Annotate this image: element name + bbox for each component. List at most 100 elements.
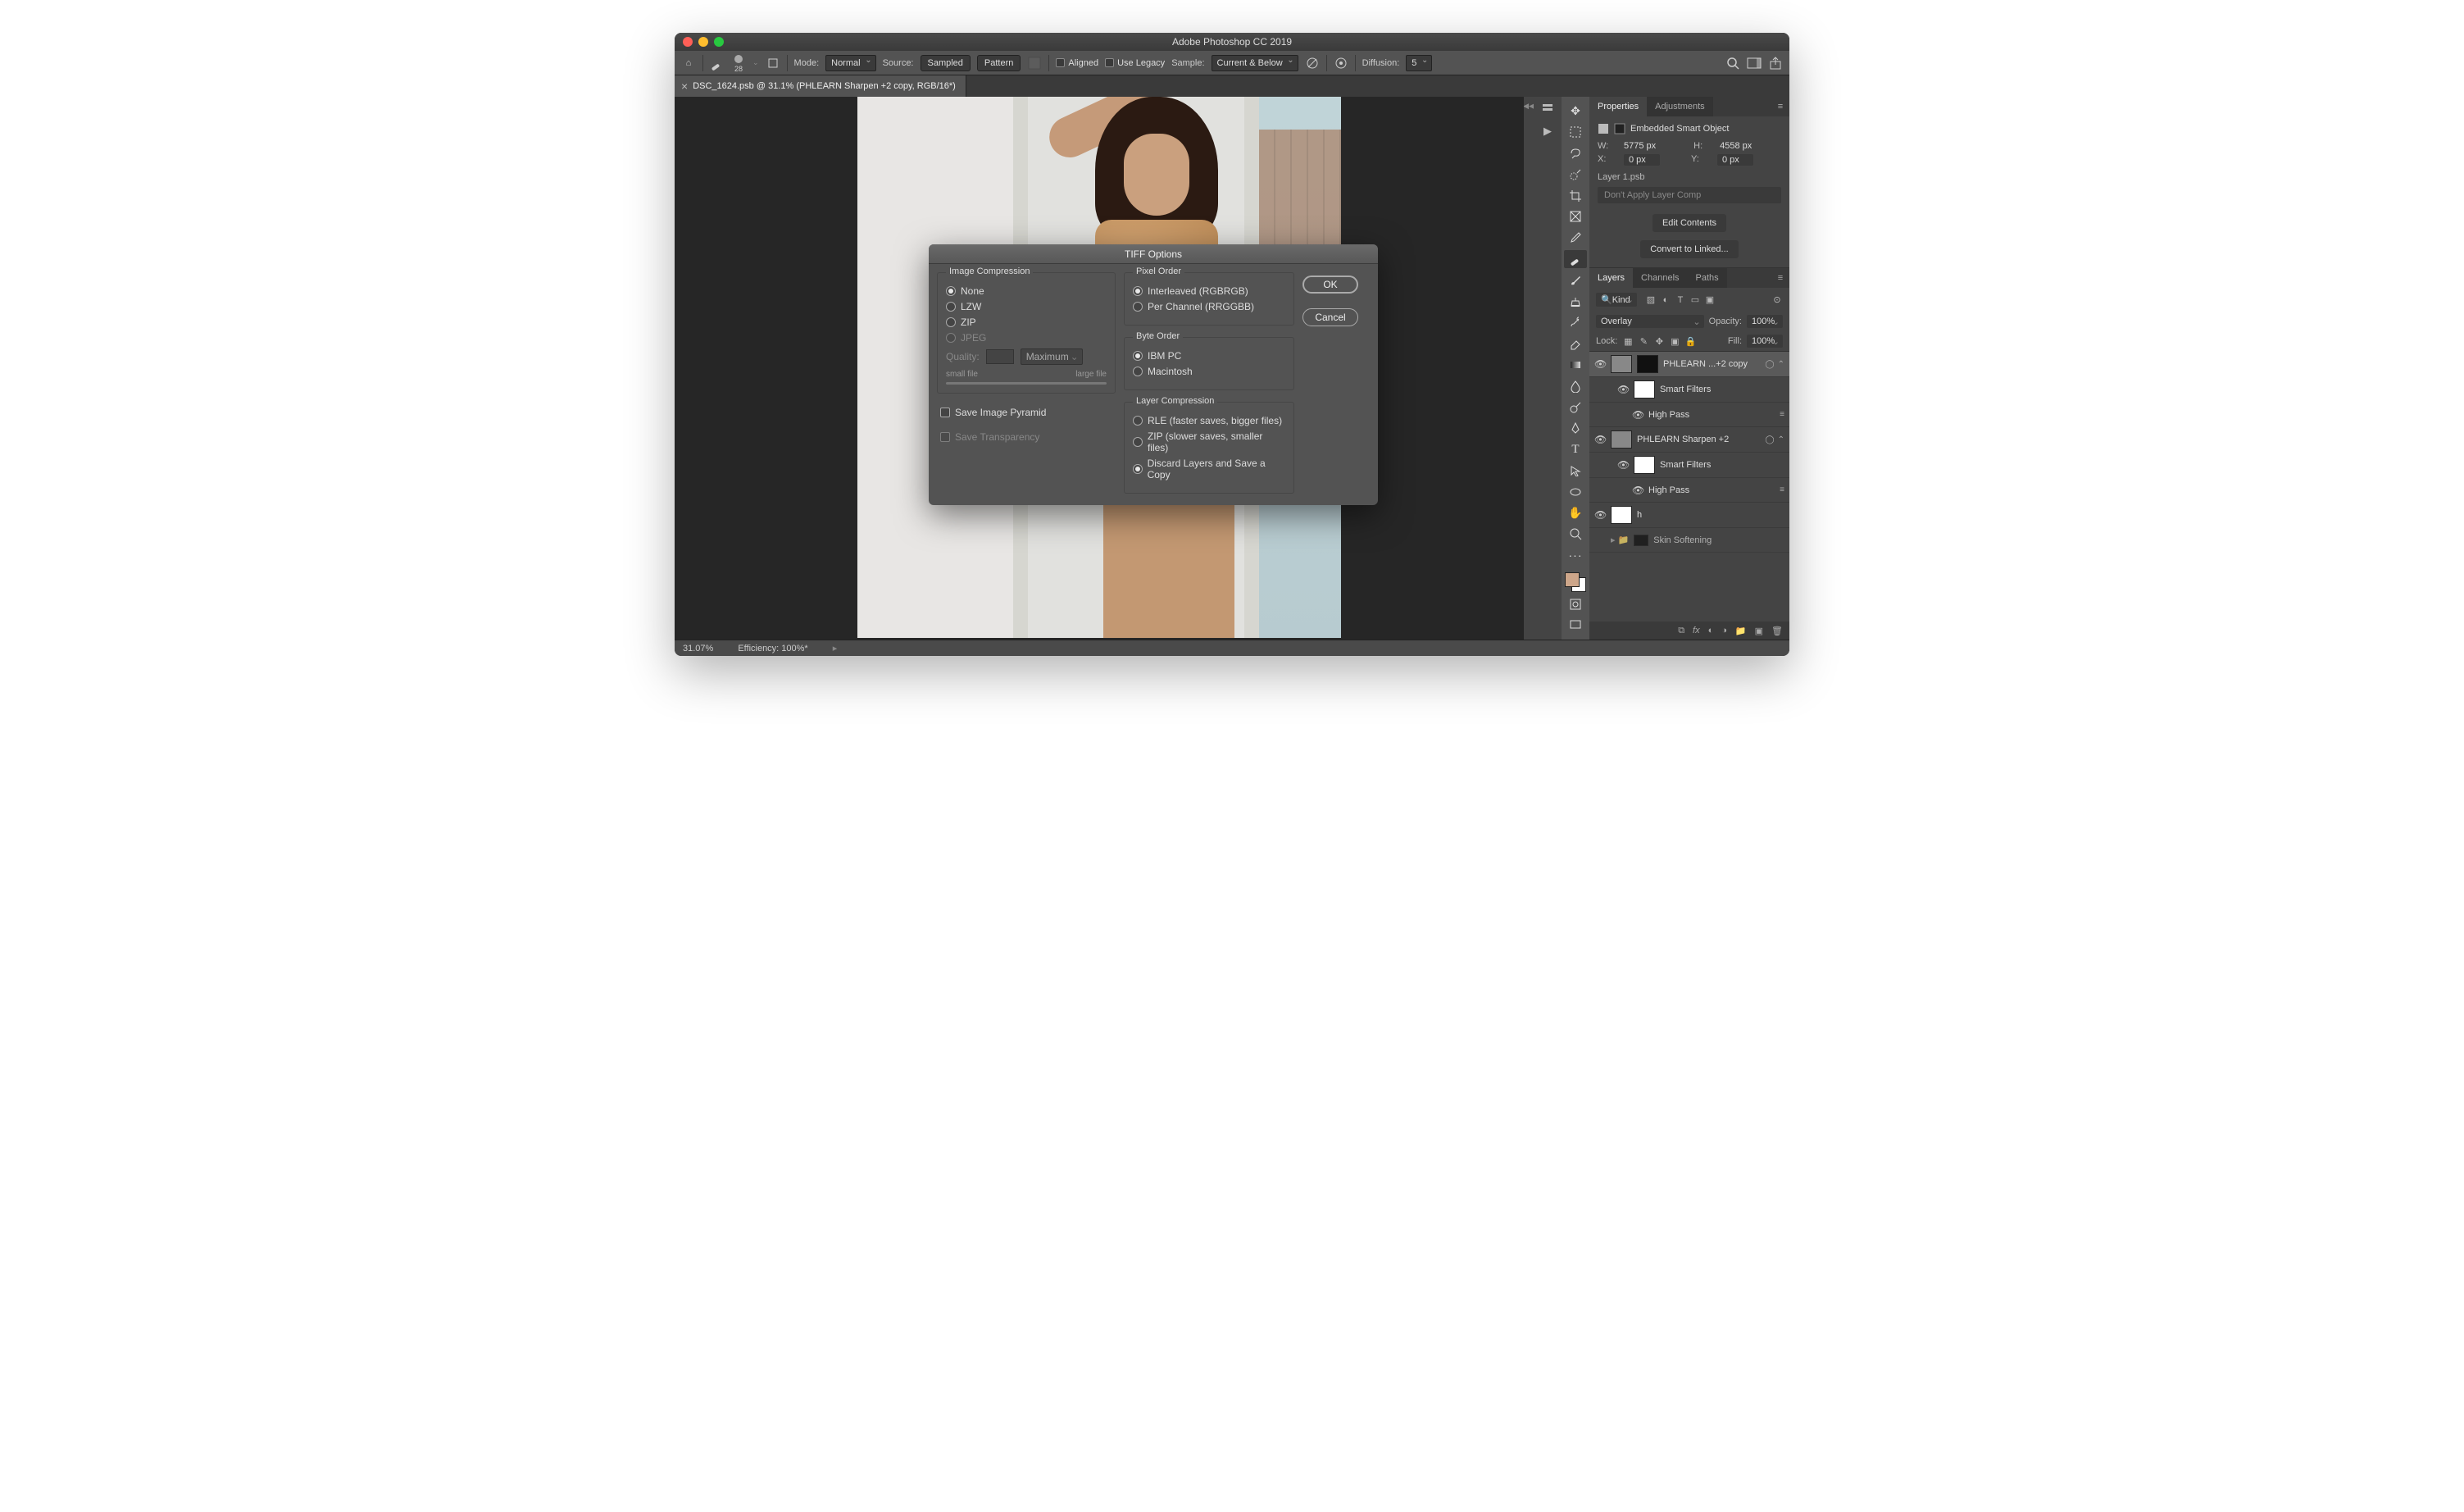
close-tab-icon[interactable]: × — [681, 80, 688, 93]
foreground-color-swatch[interactable] — [1565, 572, 1580, 587]
workspace-switcher-icon[interactable] — [1747, 56, 1762, 71]
adjustment-layer-icon[interactable]: ◑ — [1721, 626, 1727, 635]
layer-compression-zip-radio[interactable]: ZIP (slower saves, smaller files) — [1133, 430, 1285, 453]
layer-thumbnail[interactable] — [1611, 430, 1632, 449]
add-mask-icon[interactable]: ◐ — [1708, 626, 1714, 635]
home-icon[interactable]: ⌂ — [681, 56, 696, 71]
eyedropper-tool-icon[interactable] — [1564, 229, 1587, 248]
marquee-tool-icon[interactable] — [1564, 123, 1587, 142]
layer-thumbnail[interactable] — [1611, 506, 1632, 524]
layer-item[interactable]: 👁 PHLEARN ...+2 copy ◯⌃ — [1589, 352, 1789, 377]
visibility-toggle-icon[interactable]: 👁 — [1617, 384, 1629, 395]
minimize-window-button[interactable] — [698, 37, 708, 47]
zoom-level[interactable]: 31.07% — [683, 644, 713, 654]
group-mask-thumbnail[interactable] — [1634, 535, 1648, 546]
gradient-tool-icon[interactable] — [1564, 356, 1587, 375]
blend-mode-select[interactable]: Overlay — [1596, 315, 1704, 328]
tab-channels[interactable]: Channels — [1633, 268, 1687, 288]
diffusion-select[interactable]: 5 — [1406, 55, 1432, 71]
pen-tool-icon[interactable] — [1564, 419, 1587, 438]
ok-button[interactable]: OK — [1302, 276, 1358, 294]
tab-paths[interactable]: Paths — [1688, 268, 1727, 288]
layers-panel-menu-icon[interactable]: ≡ — [1771, 268, 1789, 288]
lock-pixels-icon[interactable]: ✎ — [1638, 335, 1649, 347]
smart-filter-icon[interactable]: ◯ — [1765, 435, 1774, 444]
new-group-icon[interactable]: 📁 — [1735, 626, 1747, 636]
source-sampled-button[interactable]: Sampled — [921, 55, 971, 71]
filter-type-icon[interactable]: T — [1675, 294, 1686, 306]
layer-item[interactable]: ▸ 📁 Skin Softening — [1589, 528, 1789, 553]
filter-pixel-icon[interactable]: ▧ — [1645, 294, 1657, 306]
frame-tool-icon[interactable] — [1564, 207, 1587, 226]
path-selection-tool-icon[interactable] — [1564, 462, 1587, 480]
filter-smart-icon[interactable]: ▣ — [1704, 294, 1716, 306]
visibility-toggle-icon[interactable]: 👁 — [1632, 409, 1643, 421]
filter-blending-icon[interactable]: ≡ — [1780, 410, 1784, 419]
filter-blending-icon[interactable]: ≡ — [1780, 485, 1784, 494]
panel-menu-icon[interactable]: ≡ — [1771, 97, 1789, 116]
visibility-toggle-icon[interactable]: 👁 — [1594, 434, 1606, 445]
byte-order-ibm-radio[interactable]: IBM PC — [1133, 350, 1285, 362]
close-window-button[interactable] — [683, 37, 693, 47]
healing-brush-tool-icon[interactable] — [1564, 250, 1587, 269]
actions-panel-icon[interactable]: ▶ — [1539, 125, 1556, 138]
brush-preset-picker[interactable]: 28 — [731, 52, 746, 74]
save-image-pyramid-checkbox[interactable]: Save Image Pyramid — [940, 407, 1116, 418]
cancel-button[interactable]: Cancel — [1302, 308, 1358, 326]
visibility-toggle-icon[interactable]: 👁 — [1594, 358, 1606, 370]
clone-stamp-tool-icon[interactable] — [1564, 292, 1587, 311]
byte-order-mac-radio[interactable]: Macintosh — [1133, 366, 1285, 377]
y-input[interactable]: 0 px — [1717, 154, 1753, 166]
efficiency-status[interactable]: Efficiency: 100%* — [738, 644, 807, 654]
compression-zip-radio[interactable]: ZIP — [946, 317, 1107, 328]
mode-select[interactable]: Normal — [825, 55, 875, 71]
visibility-toggle-icon[interactable]: 👁 — [1632, 485, 1643, 496]
visibility-toggle-icon[interactable]: 👁 — [1617, 459, 1629, 471]
ignore-adjustment-layers-icon[interactable] — [1305, 56, 1320, 71]
filter-mask-thumbnail[interactable] — [1634, 380, 1655, 398]
filter-adjustment-icon[interactable]: ◐ — [1660, 294, 1671, 306]
aligned-checkbox[interactable]: Aligned — [1056, 58, 1098, 68]
delete-layer-icon[interactable]: 🗑 — [1771, 626, 1783, 636]
link-layers-icon[interactable]: ⧉ — [1678, 626, 1684, 636]
layer-filter-kind-select[interactable]: 🔍Kind — [1596, 293, 1637, 307]
x-input[interactable]: 0 px — [1624, 154, 1660, 166]
visibility-toggle-icon[interactable]: 👁 — [1594, 509, 1606, 521]
type-tool-icon[interactable]: T — [1564, 440, 1587, 459]
history-panel-icon[interactable] — [1539, 102, 1556, 115]
layer-thumbnail[interactable] — [1611, 355, 1632, 373]
lasso-tool-icon[interactable] — [1564, 144, 1587, 163]
edit-contents-button[interactable]: Edit Contents — [1653, 214, 1726, 232]
brush-panel-toggle[interactable] — [766, 56, 780, 71]
search-icon[interactable] — [1725, 56, 1740, 71]
status-menu-icon[interactable]: ▸ — [833, 643, 838, 654]
layer-item[interactable]: 👁 PHLEARN Sharpen +2 ◯⌃ — [1589, 427, 1789, 453]
layer-item[interactable]: 👁 Smart Filters — [1589, 377, 1789, 403]
compression-none-radio[interactable]: None — [946, 285, 1107, 297]
new-layer-icon[interactable]: ▣ — [1755, 626, 1763, 636]
sample-select[interactable]: Current & Below — [1212, 55, 1298, 71]
tool-icon-healing-brush[interactable] — [710, 56, 725, 71]
layer-item[interactable]: 👁 High Pass ≡ — [1589, 478, 1789, 503]
layer-comp-select[interactable]: Don't Apply Layer Comp — [1598, 187, 1781, 203]
layer-item[interactable]: 👁 h — [1589, 503, 1789, 528]
layer-compression-discard-radio[interactable]: Discard Layers and Save a Copy — [1133, 458, 1285, 480]
panel-collapse-strip[interactable]: ◀◀ — [1524, 97, 1534, 640]
document-tab[interactable]: × DSC_1624.psb @ 31.1% (PHLEARN Sharpen … — [675, 75, 966, 97]
smart-filter-icon[interactable]: ◯ — [1765, 360, 1774, 369]
layer-mask-thumbnail[interactable] — [1637, 355, 1658, 373]
pressure-size-icon[interactable] — [1334, 56, 1348, 71]
use-legacy-checkbox[interactable]: Use Legacy — [1105, 58, 1165, 68]
pattern-picker[interactable] — [1027, 56, 1042, 71]
layer-item[interactable]: 👁 High Pass ≡ — [1589, 403, 1789, 427]
move-tool-icon[interactable]: ✥ — [1564, 102, 1587, 121]
fill-input[interactable]: 100% — [1747, 335, 1783, 348]
layer-compression-rle-radio[interactable]: RLE (faster saves, bigger files) — [1133, 415, 1285, 426]
blur-tool-icon[interactable] — [1564, 376, 1587, 395]
edit-toolbar-icon[interactable]: ··· — [1564, 546, 1587, 565]
tab-properties[interactable]: Properties — [1589, 97, 1647, 116]
crop-tool-icon[interactable] — [1564, 186, 1587, 205]
tab-layers[interactable]: Layers — [1589, 268, 1633, 288]
layer-item[interactable]: 👁 Smart Filters — [1589, 453, 1789, 478]
lock-position-icon[interactable]: ✥ — [1653, 335, 1665, 347]
